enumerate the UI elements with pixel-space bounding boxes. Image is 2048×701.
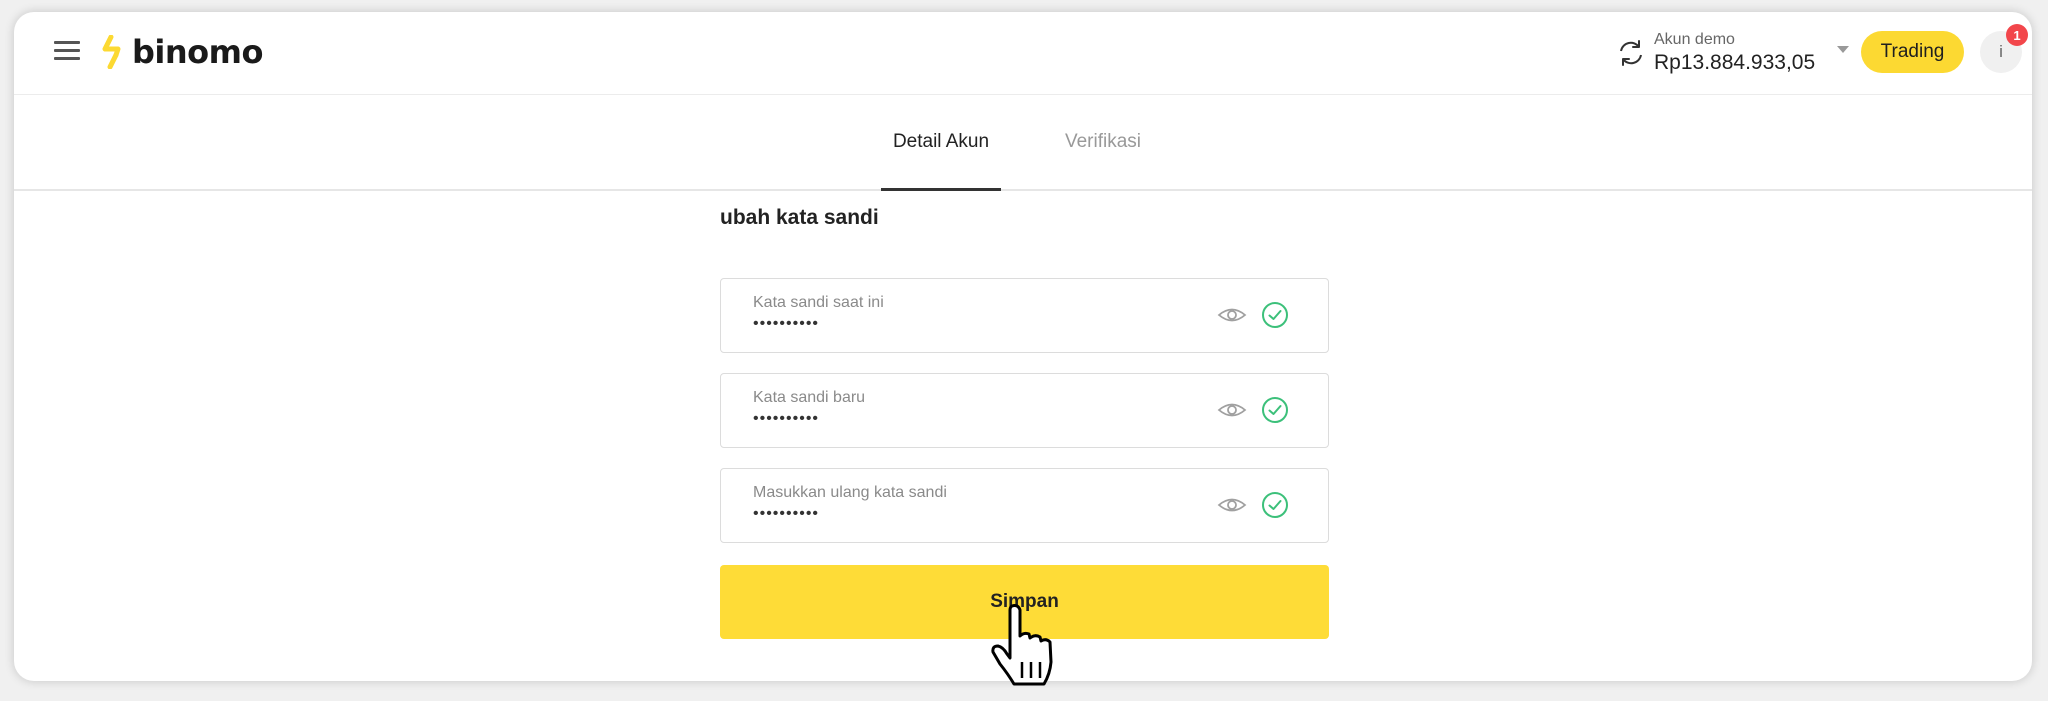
eye-icon[interactable] xyxy=(1217,303,1247,327)
account-balance: Rp13.884.933,05 xyxy=(1654,51,1816,74)
field-value[interactable]: •••••••••• xyxy=(753,506,819,522)
account-switcher[interactable]: Akun demo Rp13.884.933,05 xyxy=(1654,30,1815,76)
field-label: Kata sandi saat ini xyxy=(753,294,884,311)
form-title: ubah kata sandi xyxy=(720,206,879,229)
field-label: Kata sandi baru xyxy=(753,389,866,406)
account-type-label: Akun demo xyxy=(1654,31,1735,48)
trading-button[interactable]: Trading xyxy=(1861,31,1964,73)
notification-badge: 1 xyxy=(2006,24,2028,46)
tab-verifikasi[interactable]: Verifikasi xyxy=(1058,95,1148,189)
field-value[interactable]: •••••••••• xyxy=(753,316,819,332)
app-window: binomo Akun demo Rp13.884.933,05 Trading… xyxy=(14,12,2032,681)
tab-detail-akun[interactable]: Detail Akun xyxy=(881,95,1001,191)
field-label: Masukkan ulang kata sandi xyxy=(753,484,947,501)
check-circle-icon xyxy=(1262,397,1288,423)
tabs-bar: Detail Akun Verifikasi xyxy=(14,95,2032,191)
top-header: binomo Akun demo Rp13.884.933,05 Trading… xyxy=(14,12,2032,95)
chevron-down-icon[interactable] xyxy=(1837,46,1849,53)
menu-icon[interactable] xyxy=(54,38,80,64)
current-password-field[interactable]: Kata sandi saat ini •••••••••• xyxy=(720,278,1329,353)
eye-icon[interactable] xyxy=(1217,493,1247,517)
logo-text: binomo xyxy=(132,33,263,71)
check-circle-icon xyxy=(1262,302,1288,328)
check-circle-icon xyxy=(1262,492,1288,518)
field-value[interactable]: •••••••••• xyxy=(753,411,819,427)
new-password-field[interactable]: Kata sandi baru •••••••••• xyxy=(720,373,1329,448)
hand-pointer-cursor-icon xyxy=(991,604,1053,686)
eye-icon[interactable] xyxy=(1217,398,1247,422)
binomo-logo-icon xyxy=(102,35,121,69)
refresh-icon[interactable] xyxy=(1614,36,1648,70)
logo[interactable]: binomo xyxy=(102,32,263,72)
confirm-password-field[interactable]: Masukkan ulang kata sandi •••••••••• xyxy=(720,468,1329,543)
